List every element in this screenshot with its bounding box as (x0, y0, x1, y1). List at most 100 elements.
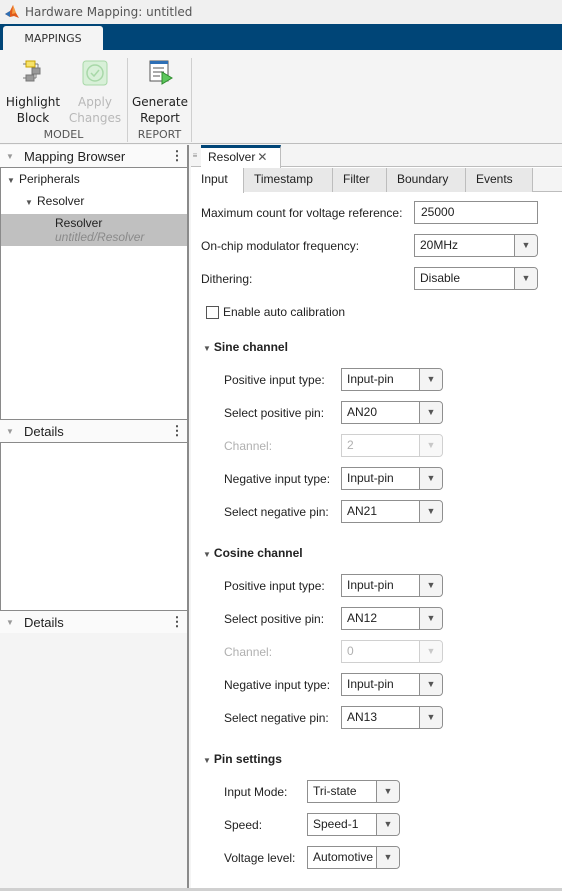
matlab-logo-icon (5, 5, 19, 18)
tree-node-peripherals[interactable]: ▼ Peripherals (1, 168, 187, 190)
left-pane: ▼ Mapping Browser ⋮ ▼ Peripherals ▼ Resolv… (0, 145, 189, 891)
highlight-block-button[interactable]: Highlight Block (4, 58, 62, 126)
speed-dropdown[interactable]: Speed-1 ▼ (307, 813, 400, 836)
tab-boundary[interactable]: Boundary (387, 168, 466, 192)
apply-check-icon (82, 60, 108, 86)
collapse-icon[interactable]: ▼ (0, 152, 20, 161)
tab-filter[interactable]: Filter (333, 168, 387, 192)
sine-pos-pin-dropdown[interactable]: AN20 ▼ (341, 401, 443, 424)
chevron-down-icon[interactable]: ▼ (514, 268, 537, 289)
tree-node-resolver-group[interactable]: ▼ Resolver (1, 190, 187, 212)
ribbon-tab-bar: MAPPINGS (0, 24, 562, 50)
chevron-down-icon[interactable]: ▼ (419, 402, 442, 423)
chevron-down-icon[interactable]: ▼ (419, 575, 442, 596)
section-title: Cosine channel (213, 546, 303, 560)
chevron-down-icon[interactable]: ▼ (376, 814, 399, 835)
voltage-level-label: Voltage level: (224, 851, 296, 865)
section-title: Sine channel (213, 340, 288, 354)
tab-mappings[interactable]: MAPPINGS (3, 26, 103, 50)
chevron-down-icon[interactable]: ▼ (376, 781, 399, 802)
chevron-down-icon[interactable]: ▼ (514, 235, 537, 256)
collapse-icon[interactable]: ▼ (0, 427, 20, 436)
details-header-1[interactable]: ▼ Details ⋮ (0, 420, 187, 442)
dithering-dropdown[interactable]: Disable ▼ (414, 267, 538, 290)
chevron-down-icon[interactable]: ▼ (419, 707, 442, 728)
sine-pos-type-dropdown[interactable]: Input-pin ▼ (341, 368, 443, 391)
highlight-block-icon (23, 60, 41, 82)
chevron-down-icon[interactable]: ▼ (419, 468, 442, 489)
more-options-icon[interactable]: ⋮ (167, 148, 187, 164)
dithering-label: Dithering: (201, 272, 253, 286)
voltage-level-dropdown[interactable]: Automotive ▼ (307, 846, 400, 869)
cosine-channel-section[interactable]: ▼ Cosine channel (203, 546, 303, 560)
cosine-pos-pin-dropdown[interactable]: AN12 ▼ (341, 607, 443, 630)
mapping-browser-title: Mapping Browser (24, 148, 126, 164)
input-mode-dropdown[interactable]: Tri-state ▼ (307, 780, 400, 803)
report-label-1: Generate (131, 95, 189, 109)
sine-channel-section[interactable]: ▼ Sine channel (203, 340, 288, 354)
sine-channel-label: Channel: (224, 439, 273, 453)
more-options-icon[interactable]: ⋮ (167, 614, 187, 630)
ribbon: Highlight Block Apply Changes Generate R… (0, 50, 562, 144)
close-icon[interactable]: ✕ (257, 150, 267, 164)
dropdown-value: Automotive (313, 850, 374, 864)
generate-report-button[interactable]: Generate Report (131, 58, 189, 126)
sine-pos-type-label: Positive input type: (224, 373, 325, 387)
expand-icon[interactable]: ▼ (7, 170, 19, 192)
details-body-1 (0, 442, 188, 611)
collapse-icon[interactable]: ▼ (203, 344, 211, 353)
auto-calibration-checkbox[interactable] (206, 306, 219, 319)
apply-label-1: Apply (78, 95, 112, 109)
document-tab-resolver[interactable]: Resolver ✕ (201, 145, 281, 168)
tree-label: Resolver (37, 194, 85, 208)
apply-changes-button[interactable]: Apply Changes (66, 58, 124, 126)
chevron-down-icon[interactable]: ▼ (419, 501, 442, 522)
dropdown-value: Input-pin (347, 677, 394, 691)
dropdown-value: Input-pin (347, 471, 394, 485)
report-icon (149, 60, 173, 85)
tree-leaf-path: untitled/Resolver (55, 230, 145, 244)
tree-leaf-name: Resolver (55, 216, 103, 230)
sine-neg-type-label: Negative input type: (224, 472, 331, 486)
details-header-2[interactable]: ▼ Details ⋮ (0, 611, 187, 633)
collapse-icon[interactable]: ▼ (203, 550, 211, 559)
sine-neg-pin-dropdown[interactable]: AN21 ▼ (341, 500, 443, 523)
cosine-pos-type-dropdown[interactable]: Input-pin ▼ (341, 574, 443, 597)
more-options-icon[interactable]: ⋮ (167, 423, 187, 439)
dropdown-value: AN21 (347, 504, 378, 518)
cosine-neg-type-label: Negative input type: (224, 678, 331, 692)
collapse-icon[interactable]: ▼ (203, 756, 211, 765)
details-title-1: Details (24, 423, 64, 439)
report-label-2: Report (140, 111, 180, 125)
grip-icon[interactable]: ≡ (191, 145, 199, 167)
chevron-down-icon[interactable]: ▼ (419, 369, 442, 390)
chevron-down-icon[interactable]: ▼ (376, 847, 399, 868)
collapse-icon[interactable]: ▼ (0, 618, 20, 627)
dropdown-value: Input-pin (347, 372, 394, 386)
max-count-label: Maximum count for voltage reference: (201, 206, 403, 220)
sine-neg-type-dropdown[interactable]: Input-pin ▼ (341, 467, 443, 490)
document-area: ≡ Resolver ✕ Input Timestamp Filter Bound… (191, 145, 562, 891)
mod-freq-dropdown[interactable]: 20MHz ▼ (414, 234, 538, 257)
max-count-input[interactable]: 25000 (414, 201, 538, 224)
tree-node-resolver-selected[interactable]: Resolver untitled/Resolver (1, 214, 187, 246)
chevron-down-icon[interactable]: ▼ (419, 608, 442, 629)
mapping-browser-header[interactable]: ▼ Mapping Browser ⋮ (0, 145, 187, 167)
tab-input[interactable]: Input (191, 168, 244, 193)
sine-pos-pin-label: Select positive pin: (224, 406, 325, 420)
details-title-2: Details (24, 614, 64, 630)
highlight-label-2: Block (16, 111, 50, 125)
cosine-neg-pin-dropdown[interactable]: AN13 ▼ (341, 706, 443, 729)
chevron-down-icon[interactable]: ▼ (419, 674, 442, 695)
pin-settings-section[interactable]: ▼ Pin settings (203, 752, 282, 766)
dropdown-value: Speed-1 (313, 817, 359, 831)
expand-icon[interactable]: ▼ (25, 192, 37, 214)
tab-events[interactable]: Events (466, 168, 533, 192)
title-bar: Hardware Mapping: untitled (0, 0, 562, 24)
sine-neg-pin-label: Select negative pin: (224, 505, 329, 519)
speed-label: Speed: (224, 818, 263, 832)
cosine-neg-type-dropdown[interactable]: Input-pin ▼ (341, 673, 443, 696)
tab-timestamp[interactable]: Timestamp (244, 168, 333, 192)
dropdown-value: 20MHz (420, 238, 459, 252)
section-title: Pin settings (213, 752, 282, 766)
